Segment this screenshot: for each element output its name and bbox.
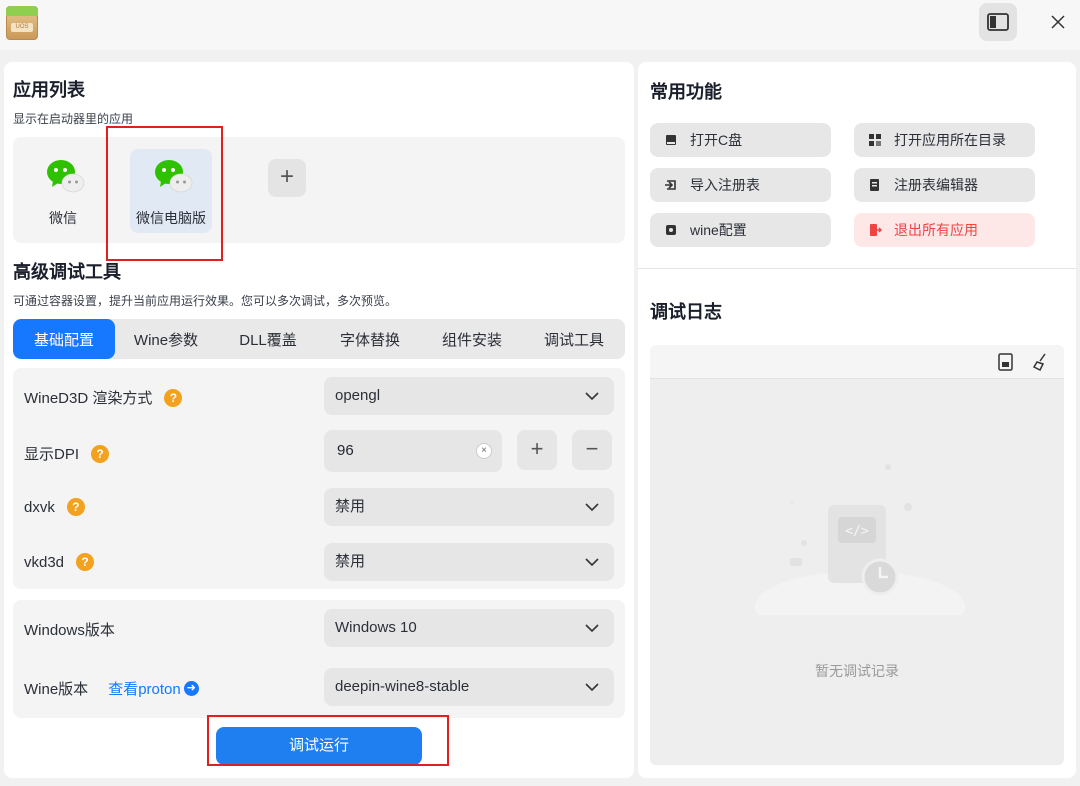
open-c-drive-label: 打开C盘	[690, 132, 743, 148]
wine-version-select[interactable]: deepin-wine8-stable	[324, 668, 614, 706]
dpi-increase-button[interactable]: +	[517, 430, 557, 470]
wine-config-icon	[666, 225, 676, 235]
log-toolbar	[650, 345, 1064, 379]
registry-editor-icon	[870, 179, 879, 191]
windows-version-label: Windows版本	[24, 622, 115, 639]
version-settings-group: Windows版本 Windows 10 Wine版本 查看proton ➜ d…	[13, 600, 625, 718]
advanced-tools-subtitle: 可通过容器设置，提升当前应用运行效果。您可以多次调试，多次预览。	[13, 294, 398, 308]
vkd3d-value: 禁用	[335, 553, 366, 570]
dpi-input[interactable]: 96 ×	[324, 430, 502, 472]
sidebar-toggle-icon	[987, 13, 1009, 31]
setting-row-wined3d: WineD3D 渲染方式 ? opengl	[13, 368, 625, 424]
export-log-icon[interactable]	[996, 352, 1016, 372]
app-tile-label: 微信	[49, 210, 77, 226]
vkd3d-select[interactable]: 禁用	[324, 543, 614, 581]
advanced-tools-title: 高级调试工具	[13, 262, 121, 282]
add-app-button[interactable]: +	[268, 159, 306, 197]
import-icon	[665, 180, 676, 190]
debug-run-button[interactable]: 调试运行	[216, 727, 422, 765]
dxvk-value: 禁用	[335, 498, 366, 515]
wined3d-value: opengl	[335, 387, 381, 404]
help-icon[interactable]: ?	[66, 498, 85, 516]
windows-version-select[interactable]: Windows 10	[324, 609, 614, 647]
open-c-drive-button[interactable]: 打开C盘	[650, 123, 831, 157]
close-icon	[1051, 15, 1065, 29]
app-tile-label: 微信电脑版	[136, 210, 206, 226]
exit-all-apps-label: 退出所有应用	[894, 222, 978, 238]
sidebar-toggle-button[interactable]	[979, 3, 1017, 41]
divider	[638, 268, 1076, 269]
wine-version-label: Wine版本	[24, 681, 89, 698]
dpi-value: 96	[337, 442, 354, 459]
close-button[interactable]	[1042, 6, 1074, 38]
app-tile-wechat[interactable]: 微信	[22, 149, 104, 233]
vkd3d-label: vkd3d	[24, 553, 65, 571]
app-tile-wechat-pc[interactable]: 微信电脑版	[130, 149, 212, 233]
wine-config-button[interactable]: wine配置	[650, 213, 831, 247]
plus-icon: +	[279, 163, 294, 190]
exit-apps-icon	[870, 224, 882, 236]
open-app-dir-label: 打开应用所在目录	[894, 132, 1006, 148]
disk-icon	[666, 135, 676, 145]
empty-log-text: 暂无调试记录	[815, 663, 899, 679]
arrow-right-icon: ➜	[183, 681, 199, 696]
tab-bar: 基础配置 Wine参数 DLL覆盖 字体替换 组件安装 调试工具	[13, 319, 625, 359]
help-icon[interactable]: ?	[76, 553, 95, 571]
view-proton-link[interactable]: 查看proton ➜	[108, 678, 199, 699]
chevron-down-icon	[585, 683, 599, 692]
registry-editor-button[interactable]: 注册表编辑器	[854, 168, 1035, 202]
tab-dll-override[interactable]: DLL覆盖	[217, 319, 319, 359]
view-proton-label: 查看proton	[108, 681, 181, 698]
help-icon[interactable]: ?	[91, 444, 110, 463]
chevron-down-icon	[585, 624, 599, 633]
tab-component-install[interactable]: 组件安装	[421, 319, 523, 359]
windows-version-value: Windows 10	[335, 619, 417, 636]
dxvk-label: dxvk	[24, 498, 55, 516]
registry-editor-label: 注册表编辑器	[894, 177, 978, 193]
app-list-title: 应用列表	[13, 80, 85, 100]
tab-wine-params[interactable]: Wine参数	[115, 319, 217, 359]
import-registry-button[interactable]: 导入注册表	[650, 168, 831, 202]
chevron-down-icon	[585, 503, 599, 512]
tab-debug-tools[interactable]: 调试工具	[523, 319, 625, 359]
wine-config-label: wine配置	[690, 222, 747, 238]
wined3d-label: WineD3D 渲染方式	[24, 390, 153, 407]
clear-icon[interactable]: ×	[476, 443, 492, 459]
wine-version-value: deepin-wine8-stable	[335, 678, 470, 695]
app-logo-label: UOS	[11, 23, 33, 32]
common-functions-title: 常用功能	[650, 82, 722, 102]
wined3d-select[interactable]: opengl	[324, 377, 614, 415]
chevron-down-icon	[585, 558, 599, 567]
app-list-subtitle: 显示在启动器里的应用	[13, 112, 134, 126]
left-panel: 应用列表 显示在启动器里的应用 微信 微信电脑版 + 高级调试工具 可通过容器设…	[4, 62, 634, 778]
empty-log-illustration: </>	[755, 464, 965, 615]
tab-font-replace[interactable]: 字体替换	[319, 319, 421, 359]
help-icon[interactable]: ?	[164, 388, 183, 407]
setting-row-dxvk: dxvk ? 禁用	[13, 479, 625, 535]
debug-log-area[interactable]: </> 暂无调试记录	[650, 345, 1064, 765]
wechat-icon	[47, 160, 85, 193]
tab-basic-config[interactable]: 基础配置	[13, 319, 115, 359]
setting-row-windows-version: Windows版本 Windows 10	[13, 600, 625, 656]
svg-text:</>: </>	[845, 524, 869, 539]
clear-log-icon[interactable]	[1031, 352, 1051, 372]
folder-icon	[869, 134, 881, 146]
dpi-decrease-button[interactable]: −	[572, 430, 612, 470]
open-app-dir-button[interactable]: 打开应用所在目录	[854, 123, 1035, 157]
right-panel: 常用功能 打开C盘 打开应用所在目录 导入注册表 注册表编辑器 wine配置 退…	[638, 62, 1076, 778]
app-list: 微信 微信电脑版 +	[13, 137, 625, 243]
exit-all-apps-button[interactable]: 退出所有应用	[854, 213, 1035, 247]
wechat-icon	[155, 160, 193, 193]
setting-row-vkd3d: vkd3d ? 禁用	[13, 534, 625, 590]
setting-row-dpi: 显示DPI ? 96 × + −	[13, 424, 625, 480]
import-registry-label: 导入注册表	[690, 177, 760, 193]
chevron-down-icon	[585, 392, 599, 401]
dpi-label: 显示DPI	[24, 446, 80, 463]
titlebar: UOS	[0, 0, 1080, 50]
setting-row-wine-version: Wine版本 查看proton ➜ deepin-wine8-stable	[13, 659, 625, 715]
debug-log-title: 调试日志	[650, 302, 722, 322]
basic-settings-group: WineD3D 渲染方式 ? opengl 显示DPI ? 96 × + − d…	[13, 368, 625, 589]
dxvk-select[interactable]: 禁用	[324, 488, 614, 526]
app-logo-icon: UOS	[6, 6, 38, 40]
